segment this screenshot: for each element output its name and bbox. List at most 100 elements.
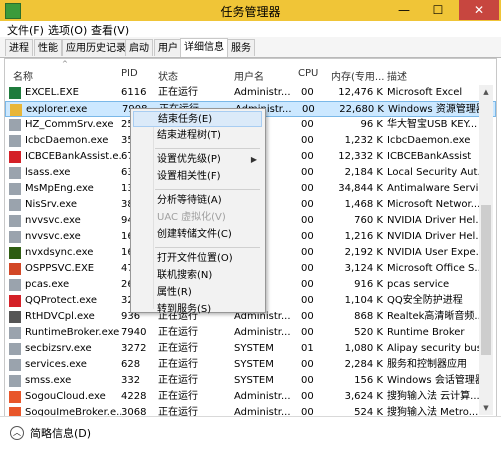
context-menu-item[interactable]: 分析等待链(A)	[133, 193, 262, 209]
cell-pid: 628	[121, 359, 141, 370]
cell-name: SogouCloud.exe	[25, 391, 106, 402]
col-cpu[interactable]: CPU	[298, 68, 318, 79]
tab-app-history[interactable]: 应用历史记录	[62, 39, 130, 56]
tab-users[interactable]: 用户	[154, 39, 182, 56]
cell-cpu: 00	[301, 87, 314, 98]
context-menu-item[interactable]: 联机搜索(N)	[133, 268, 262, 284]
app-icon	[9, 135, 21, 147]
tab-processes[interactable]: 进程	[5, 39, 33, 56]
context-menu-item[interactable]: 设置相关性(F)	[133, 169, 262, 185]
cell-cpu: 00	[301, 119, 314, 130]
table-row[interactable]: RuntimeBroker.exe 7940 正在运行 Administr... 00 5…	[5, 325, 496, 341]
cell-name: ICBCEBankAssist.e...	[25, 151, 121, 162]
menu-item-label: 创建转储文件(C)	[157, 229, 232, 240]
cell-mem: 1,104 K	[344, 295, 383, 306]
cell-cpu: 00	[301, 215, 314, 226]
cell-name: IcbcDaemon.exe	[25, 135, 109, 146]
context-menu-item[interactable]: 打开文件位置(O)	[133, 251, 262, 267]
menu-item-label: 设置相关性(F)	[157, 171, 221, 182]
cell-name: EXCEL.EXE	[25, 87, 79, 98]
context-menu-item[interactable]: 结束进程树(T)	[133, 128, 262, 144]
cell-mem: 156 K	[354, 375, 383, 386]
cell-pid: 7940	[121, 327, 147, 338]
sogou-icon	[9, 391, 21, 403]
cell-pid: 332	[121, 375, 141, 386]
table-header: ^ 名称 PID 状态 用户名 CPU 内存(专用... 描述	[5, 59, 496, 85]
cell-desc: Microsoft Office S...	[387, 263, 479, 274]
cell-desc: NVIDIA User Expe...	[387, 247, 479, 258]
icbc-icon	[9, 151, 21, 163]
col-description[interactable]: 描述	[387, 68, 407, 83]
office-icon	[9, 263, 21, 275]
vertical-scrollbar[interactable]: ▲ ▼	[479, 85, 493, 415]
tab-performance[interactable]: 性能	[34, 39, 62, 56]
cell-name: services.exe	[25, 359, 87, 370]
menu-options[interactable]: 选项(O)	[48, 22, 87, 38]
scroll-up-icon[interactable]: ▲	[479, 85, 493, 99]
cell-name: pcas.exe	[25, 279, 70, 290]
cell-name: nvvsvc.exe	[25, 215, 81, 226]
title-bar: 任务管理器 — ☐ ✕	[0, 0, 501, 21]
cell-desc: Realtek高清晰音频...	[387, 311, 479, 322]
cell-desc: Alipay security bus...	[387, 343, 479, 354]
app-icon	[9, 167, 21, 179]
cell-name: nvxdsync.exe	[25, 247, 94, 258]
cell-name: QQProtect.exe	[25, 295, 98, 306]
col-username[interactable]: 用户名	[234, 68, 264, 83]
cell-desc: NVIDIA Driver Hel...	[387, 215, 479, 226]
cell-cpu: 00	[301, 279, 314, 290]
scroll-thumb[interactable]	[481, 205, 491, 355]
qq-icon	[9, 295, 21, 307]
table-row[interactable]: smss.exe 332 正在运行 SYSTEM 00 156 K Windows 会话管理…	[5, 373, 496, 389]
cell-user: Administr...	[234, 327, 291, 338]
cell-desc: Antimalware Servi...	[387, 183, 479, 194]
tab-details[interactable]: 详细信息	[180, 38, 228, 57]
menu-item-label: UAC 虚拟化(V)	[157, 212, 226, 223]
submenu-arrow-icon: ▶	[250, 155, 257, 164]
cell-mem: 12,332 K	[338, 151, 383, 162]
context-menu-item[interactable]: 属性(R)	[133, 285, 262, 301]
cell-name: HZ_CommSrv.exe	[25, 119, 114, 130]
menu-separator	[155, 189, 260, 190]
tab-startup[interactable]: 启动	[125, 39, 153, 56]
cell-desc: Microsoft Networ...	[387, 199, 479, 210]
minimize-button[interactable]: —	[389, 0, 419, 20]
cell-status: 正在运行	[158, 359, 198, 370]
maximize-button[interactable]: ☐	[423, 0, 453, 20]
table-row[interactable]: services.exe 628 正在运行 SYSTEM 00 2,284 K 服务和控制器…	[5, 357, 496, 373]
cell-cpu: 00	[301, 375, 314, 386]
nvidia-icon	[9, 247, 21, 259]
collapse-icon[interactable]: ︿	[10, 426, 24, 440]
cell-cpu: 00	[302, 104, 315, 115]
menu-item-label: 联机搜索(N)	[157, 270, 213, 281]
cell-mem: 916 K	[354, 279, 383, 290]
table-row[interactable]: secbizsrv.exe 3272 正在运行 SYSTEM 01 1,080 K Alip…	[5, 341, 496, 357]
cell-mem: 2,192 K	[344, 247, 383, 258]
cell-user: SYSTEM	[234, 375, 274, 386]
table-row[interactable]: SogouCloud.exe 4228 正在运行 Administr... 00 3,62…	[5, 389, 496, 405]
cell-mem: 868 K	[354, 311, 383, 322]
col-pid[interactable]: PID	[121, 68, 138, 79]
cell-desc: pcas service	[387, 279, 450, 290]
scroll-down-icon[interactable]: ▼	[479, 401, 493, 415]
cell-mem: 2,184 K	[344, 167, 383, 178]
cell-mem: 1,232 K	[344, 135, 383, 146]
context-menu-item[interactable]: 结束任务(E)	[133, 111, 262, 127]
fewer-details-link[interactable]: 简略信息(D)	[30, 425, 91, 441]
col-name[interactable]: 名称	[13, 68, 33, 83]
cell-desc: Runtime Broker	[387, 327, 465, 338]
cell-status: 正在运行	[158, 391, 198, 402]
context-menu-item[interactable]: 创建转储文件(C)	[133, 227, 262, 243]
context-menu-item[interactable]: 设置优先级(P) ▶	[133, 152, 262, 168]
col-status[interactable]: 状态	[158, 68, 178, 83]
tab-services[interactable]: 服务	[227, 39, 255, 56]
context-menu-item[interactable]: 转到服务(S)	[133, 302, 262, 318]
menu-view[interactable]: 查看(V)	[91, 22, 129, 38]
close-button[interactable]: ✕	[459, 0, 499, 20]
cell-name: OSPPSVC.EXE	[25, 263, 95, 274]
col-memory[interactable]: 内存(专用...	[331, 68, 384, 83]
menu-file[interactable]: 文件(F)	[7, 22, 44, 38]
table-row[interactable]: EXCEL.EXE 6116 正在运行 Administr... 00 12,476 K M…	[5, 85, 496, 101]
cell-status: 正在运行	[158, 87, 198, 98]
cell-mem: 520 K	[354, 327, 383, 338]
